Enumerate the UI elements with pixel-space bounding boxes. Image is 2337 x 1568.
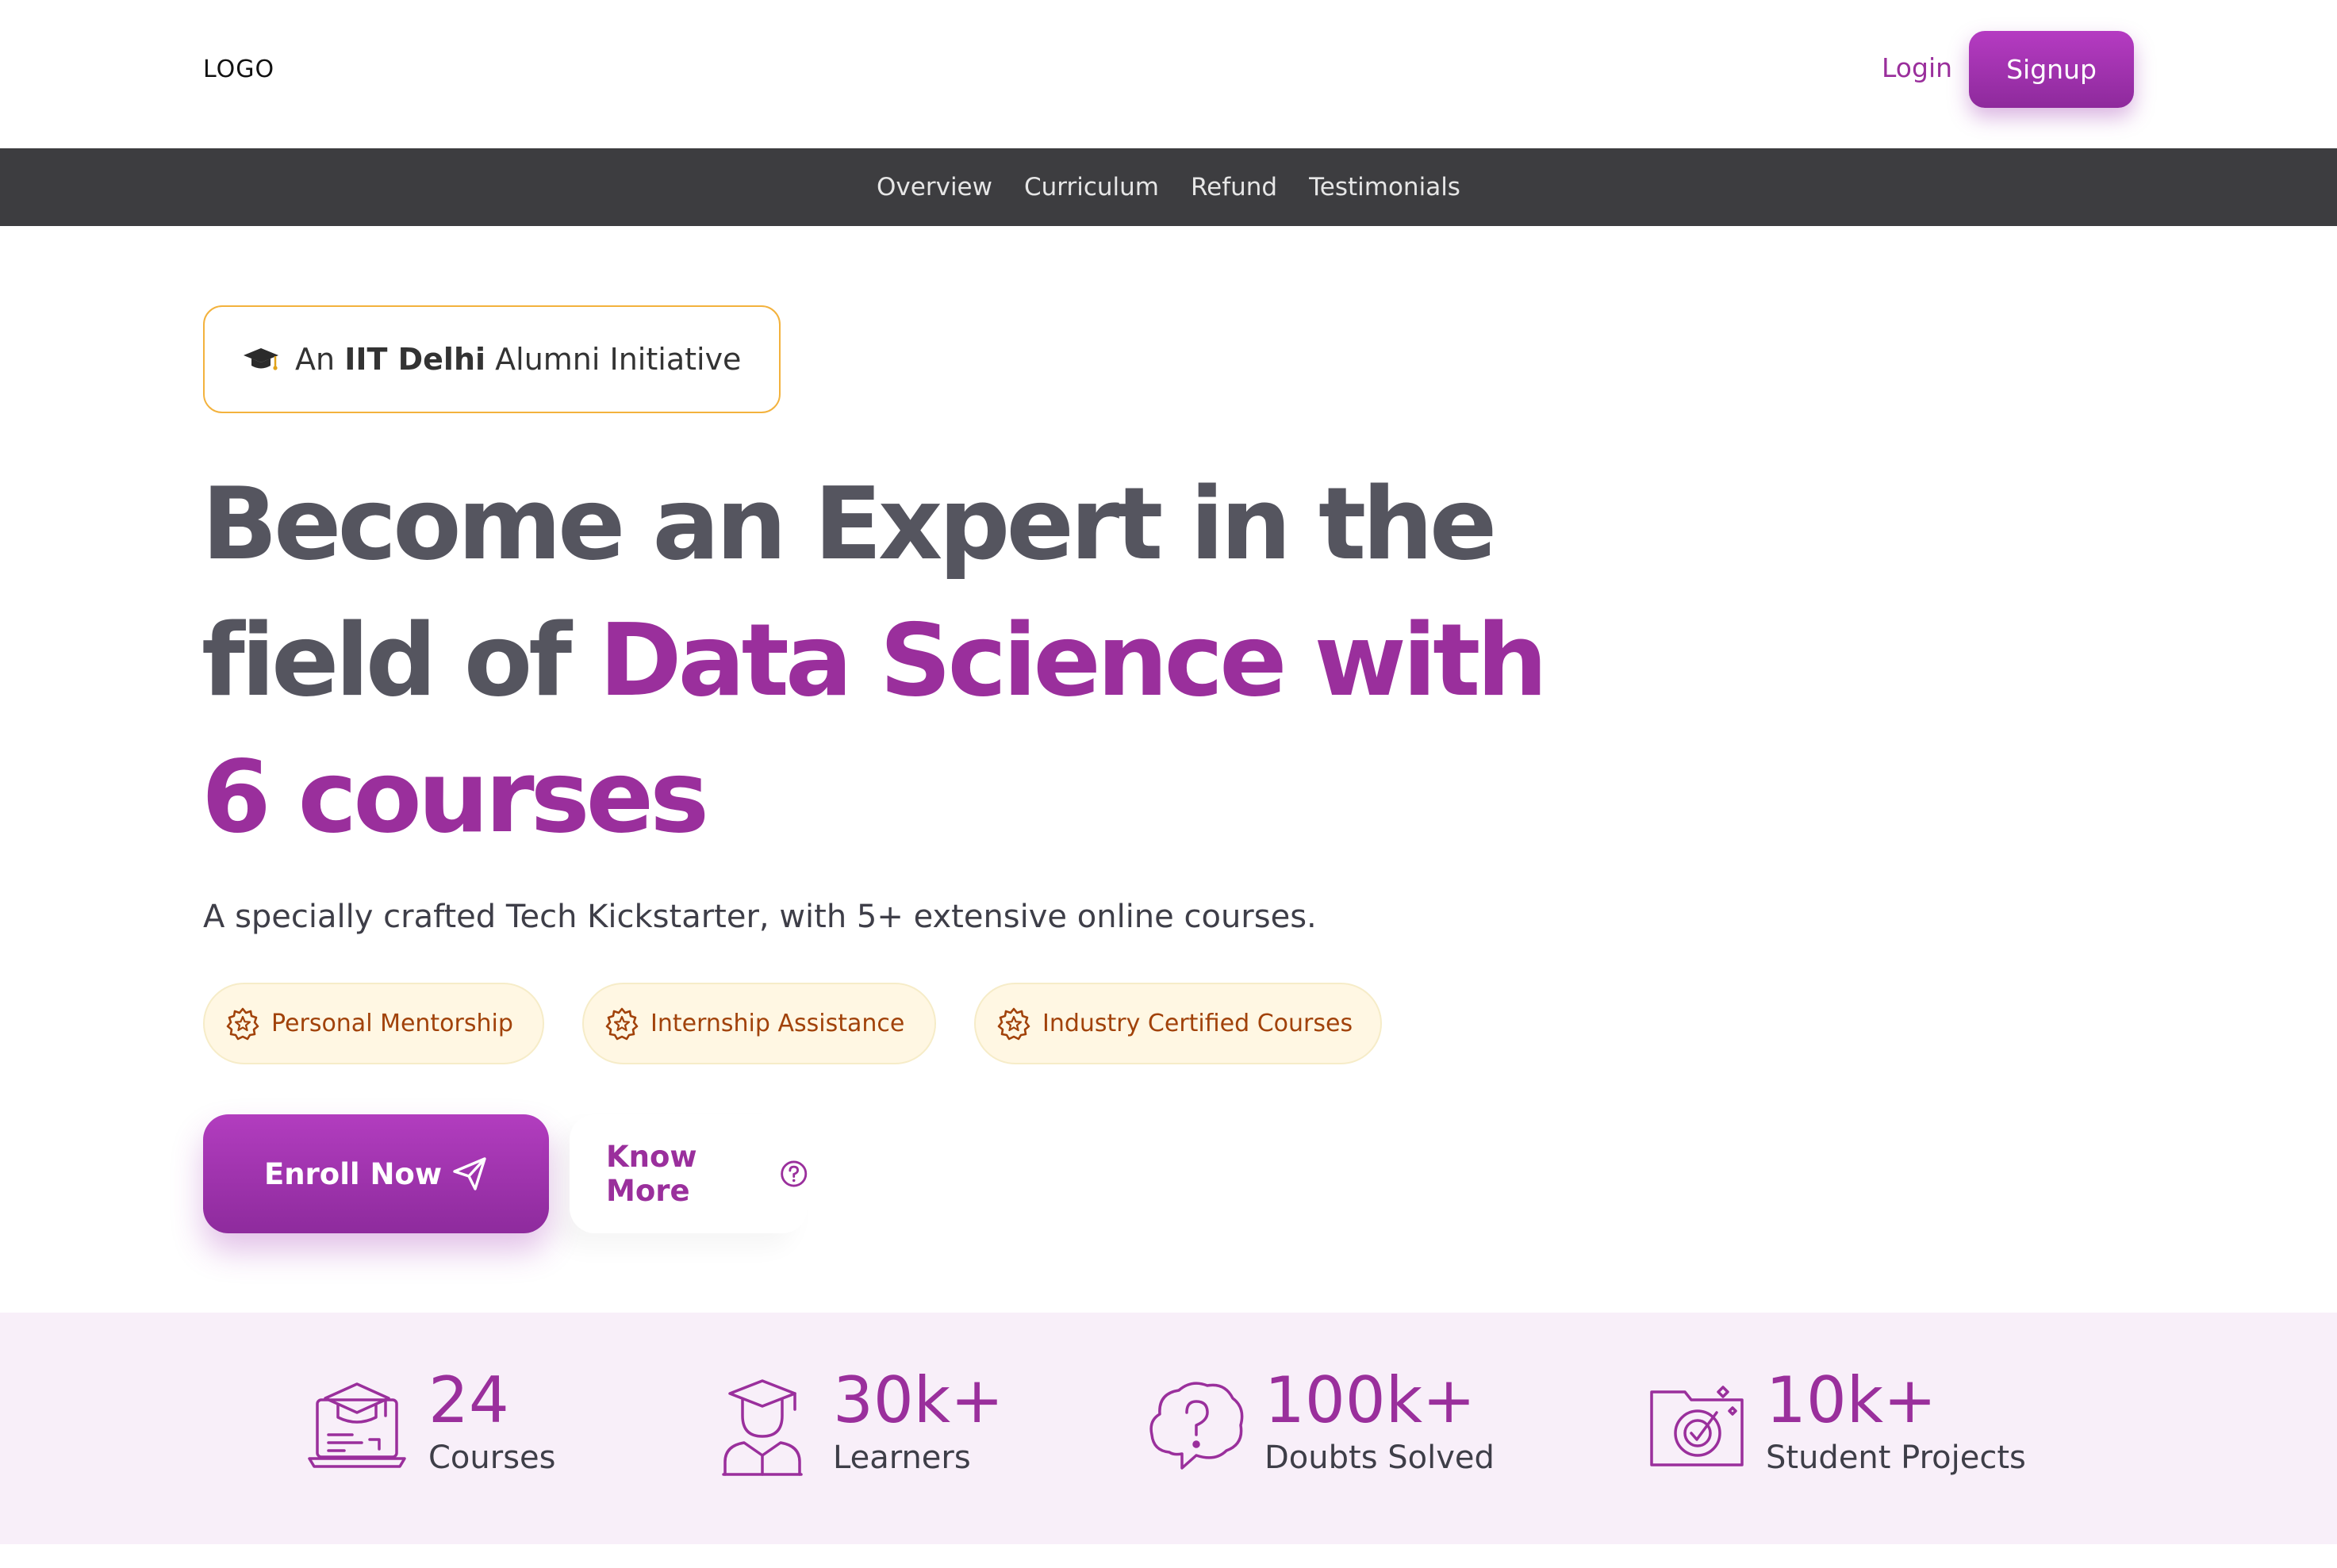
stat-value: 30k+ bbox=[833, 1363, 1004, 1437]
hero-subtitle: A specially crafted Tech Kickstarter, wi… bbox=[203, 899, 1317, 935]
badge-prefix: An bbox=[295, 342, 336, 377]
question-circle-icon bbox=[780, 1160, 807, 1187]
enroll-now-label: Enroll Now bbox=[263, 1156, 443, 1191]
stat-label: Learners bbox=[833, 1440, 971, 1476]
logo[interactable]: LOGO bbox=[203, 56, 274, 83]
feature-pill-certified: Industry Certified Courses bbox=[974, 983, 1382, 1064]
nav-item-testimonials[interactable]: Testimonials bbox=[1309, 173, 1460, 201]
section-nav: Overview Curriculum Refund Testimonials bbox=[0, 148, 2337, 226]
know-more-label: Know More bbox=[606, 1140, 697, 1208]
nav-item-overview[interactable]: Overview bbox=[877, 173, 992, 201]
stats-band: 24 Courses 30k+ Learners 100k+ Doubts So… bbox=[0, 1313, 2337, 1544]
site-header: LOGO Login Signup bbox=[0, 0, 2337, 148]
login-link[interactable]: Login bbox=[1882, 52, 1952, 83]
feature-label: Personal Mentorship bbox=[271, 1010, 513, 1037]
badge-suffix: Alumni Initiative bbox=[495, 342, 742, 377]
question-bubble-icon bbox=[1149, 1382, 1244, 1470]
badge-highlight: IIT Delhi bbox=[344, 342, 486, 377]
stat-label: Doubts Solved bbox=[1264, 1440, 1495, 1476]
nav-item-refund[interactable]: Refund bbox=[1191, 173, 1277, 201]
graduation-cap-icon bbox=[244, 348, 278, 370]
stat-value: 10k+ bbox=[1766, 1363, 1937, 1437]
hero-headline: Become an Expert in the field of Data Sc… bbox=[201, 456, 1598, 865]
enroll-now-button[interactable]: Enroll Now bbox=[203, 1114, 549, 1233]
know-more-button[interactable]: Know More bbox=[570, 1114, 808, 1233]
star-badge-icon bbox=[605, 1007, 639, 1040]
feature-label: Industry Certified Courses bbox=[1042, 1010, 1353, 1037]
feature-pill-mentorship: Personal Mentorship bbox=[203, 983, 544, 1064]
stat-value: 24 bbox=[428, 1363, 509, 1437]
stat-label: Courses bbox=[428, 1440, 556, 1476]
laptop-graduation-icon bbox=[308, 1382, 406, 1468]
paper-plane-icon bbox=[453, 1157, 486, 1190]
target-folder-icon bbox=[1650, 1386, 1744, 1466]
stat-label: Student Projects bbox=[1766, 1440, 2026, 1476]
graduate-student-icon bbox=[722, 1379, 803, 1476]
feature-label: Internship Assistance bbox=[650, 1010, 905, 1037]
signup-button[interactable]: Signup bbox=[1969, 31, 2134, 108]
alumni-badge: An IIT Delhi Alumni Initiative bbox=[203, 305, 781, 413]
feature-pill-internship: Internship Assistance bbox=[582, 983, 936, 1064]
star-badge-icon bbox=[997, 1007, 1030, 1040]
nav-item-curriculum[interactable]: Curriculum bbox=[1024, 173, 1159, 201]
star-badge-icon bbox=[226, 1007, 259, 1040]
stat-value: 100k+ bbox=[1264, 1363, 1476, 1437]
